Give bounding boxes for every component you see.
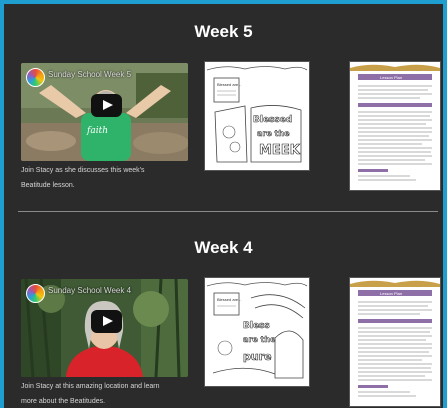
week-4-video-caption: Join Stacy at this amazing location and …: [21, 379, 189, 408]
video-title: Sunday School Week 5: [48, 70, 132, 79]
caption-line: Join Stacy as she discusses this week's: [21, 167, 145, 174]
coloring-page-header: Blessed are...: [217, 82, 241, 87]
play-icon[interactable]: [91, 310, 122, 333]
sunday-school-logo-icon: [26, 68, 45, 87]
content-panel: Week 5 faith Sunday School Week 5 Join S…: [4, 4, 443, 408]
week-4-coloring-page-thumbnail[interactable]: Blessed are... Bless are the pure: [204, 277, 310, 387]
play-icon[interactable]: [91, 94, 122, 117]
svg-text:Bless: Bless: [243, 321, 270, 331]
caption-line: Beatitude lesson.: [21, 182, 75, 189]
week-5-lesson-document-thumbnail[interactable]: Lesson Plan: [349, 61, 441, 191]
week-5-video-caption: Join Stacy as she discusses this week's …: [21, 163, 189, 193]
svg-text:faith: faith: [86, 126, 108, 136]
week-5-heading: Week 5: [194, 22, 253, 41]
svg-text:are the: are the: [243, 335, 276, 344]
svg-text:are the: are the: [257, 129, 290, 138]
svg-text:Blessed: Blessed: [253, 115, 292, 125]
caption-line: more about the Beatitudes.: [21, 398, 106, 405]
lesson-doc-header: Lesson Plan: [380, 75, 402, 80]
svg-text:pure: pure: [243, 350, 272, 363]
lesson-document-image: Lesson Plan: [350, 62, 440, 190]
coloring-page-header: Blessed are...: [217, 297, 241, 302]
week-4-video[interactable]: Sunday School Week 4: [21, 279, 188, 377]
lesson-document-image: Lesson Plan: [350, 278, 440, 406]
coloring-page-image: Blessed are... Bless are the pure: [205, 278, 309, 386]
sunday-school-logo-icon: [26, 284, 45, 303]
lesson-doc-header: Lesson Plan: [380, 291, 402, 296]
caption-line: Join Stacy at this amazing location and …: [21, 383, 160, 390]
video-title: Sunday School Week 4: [48, 286, 132, 295]
week-4-heading: Week 4: [194, 238, 253, 257]
week-4-lesson-document-thumbnail[interactable]: Lesson Plan: [349, 277, 441, 407]
section-divider: [18, 211, 438, 212]
week-5-coloring-page-thumbnail[interactable]: Blessed are... Blessed are the MEEK: [204, 61, 310, 171]
coloring-page-image: Blessed are... Blessed are the MEEK: [205, 62, 309, 170]
svg-text:MEEK: MEEK: [259, 143, 301, 158]
week-5-video[interactable]: faith Sunday School Week 5: [21, 63, 188, 161]
